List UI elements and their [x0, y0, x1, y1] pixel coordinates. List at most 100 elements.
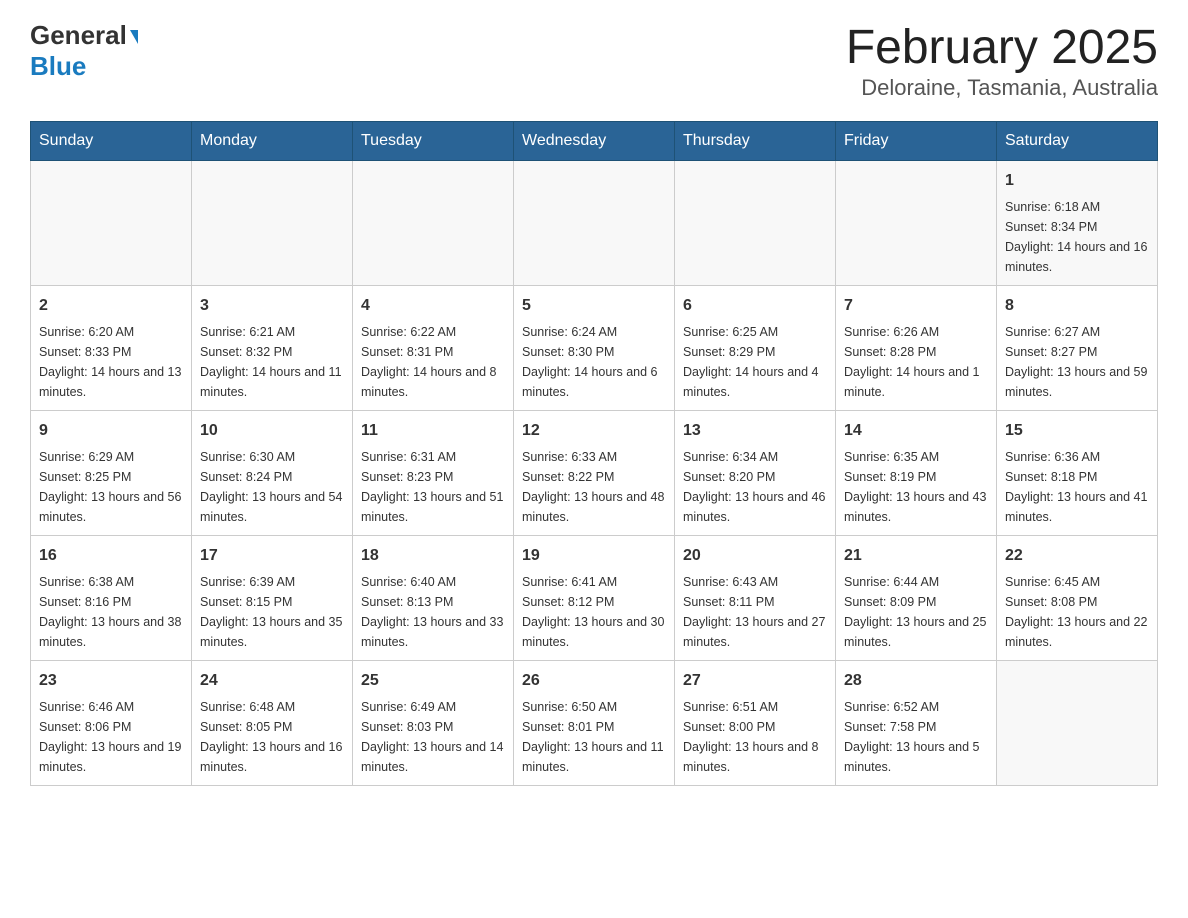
calendar-day: 22 Sunrise: 6:45 AMSunset: 8:08 PMDayligh…	[997, 536, 1158, 661]
logo-general-line: General	[30, 20, 138, 51]
calendar-day: 18 Sunrise: 6:40 AMSunset: 8:13 PMDayligh…	[353, 536, 514, 661]
day-info: Sunrise: 6:18 AMSunset: 8:34 PMDaylight:…	[1005, 197, 1149, 277]
calendar-week-3: 9 Sunrise: 6:29 AMSunset: 8:25 PMDaylight…	[31, 411, 1158, 536]
day-number: 1	[1005, 169, 1149, 193]
day-number: 11	[361, 419, 505, 443]
day-number: 15	[1005, 419, 1149, 443]
calendar-week-2: 2 Sunrise: 6:20 AMSunset: 8:33 PMDaylight…	[31, 286, 1158, 411]
day-number: 5	[522, 294, 666, 318]
day-number: 9	[39, 419, 183, 443]
logo-triangle-icon	[130, 30, 138, 44]
day-info: Sunrise: 6:38 AMSunset: 8:16 PMDaylight:…	[39, 572, 183, 652]
day-info: Sunrise: 6:29 AMSunset: 8:25 PMDaylight:…	[39, 447, 183, 527]
day-info: Sunrise: 6:41 AMSunset: 8:12 PMDaylight:…	[522, 572, 666, 652]
day-number: 21	[844, 544, 988, 568]
day-info: Sunrise: 6:36 AMSunset: 8:18 PMDaylight:…	[1005, 447, 1149, 527]
day-info: Sunrise: 6:44 AMSunset: 8:09 PMDaylight:…	[844, 572, 988, 652]
day-info: Sunrise: 6:46 AMSunset: 8:06 PMDaylight:…	[39, 697, 183, 777]
day-header-saturday: Saturday	[997, 122, 1158, 161]
day-number: 8	[1005, 294, 1149, 318]
day-info: Sunrise: 6:51 AMSunset: 8:00 PMDaylight:…	[683, 697, 827, 777]
calendar-day: 4Sunrise: 6:22 AMSunset: 8:31 PMDaylight…	[353, 286, 514, 411]
calendar-header-row: SundayMondayTuesdayWednesdayThursdayFrid…	[31, 122, 1158, 161]
calendar-week-5: 23Sunrise: 6:46 AMSunset: 8:06 PMDayligh…	[31, 661, 1158, 786]
day-number: 10	[200, 419, 344, 443]
logo-blue-text: Blue	[30, 51, 86, 81]
day-header-friday: Friday	[836, 122, 997, 161]
day-number: 20	[683, 544, 827, 568]
day-number: 27	[683, 669, 827, 693]
title-block: February 2025 Deloraine, Tasmania, Austr…	[846, 20, 1158, 101]
calendar-day: 12 Sunrise: 6:33 AMSunset: 8:22 PMDayligh…	[514, 411, 675, 536]
day-number: 16	[39, 544, 183, 568]
calendar-week-4: 16 Sunrise: 6:38 AMSunset: 8:16 PMDayligh…	[31, 536, 1158, 661]
logo: General Blue	[30, 20, 138, 82]
calendar-day: 8Sunrise: 6:27 AMSunset: 8:27 PMDaylight…	[997, 286, 1158, 411]
day-number: 24	[200, 669, 344, 693]
day-info: Sunrise: 6:31 AMSunset: 8:23 PMDaylight:…	[361, 447, 505, 527]
calendar-day: 19 Sunrise: 6:41 AMSunset: 8:12 PMDayligh…	[514, 536, 675, 661]
calendar-body: 1 Sunrise: 6:18 AMSunset: 8:34 PMDaylight…	[31, 161, 1158, 786]
calendar-day: 20 Sunrise: 6:43 AMSunset: 8:11 PMDayligh…	[675, 536, 836, 661]
calendar-day: 26 Sunrise: 6:50 AMSunset: 8:01 PMDayligh…	[514, 661, 675, 786]
calendar-day	[675, 161, 836, 286]
calendar-day: 9 Sunrise: 6:29 AMSunset: 8:25 PMDaylight…	[31, 411, 192, 536]
calendar-day	[514, 161, 675, 286]
calendar-day: 23Sunrise: 6:46 AMSunset: 8:06 PMDayligh…	[31, 661, 192, 786]
day-number: 19	[522, 544, 666, 568]
calendar-week-1: 1 Sunrise: 6:18 AMSunset: 8:34 PMDaylight…	[31, 161, 1158, 286]
day-info: Sunrise: 6:21 AMSunset: 8:32 PMDaylight:…	[200, 322, 344, 402]
day-info: Sunrise: 6:35 AMSunset: 8:19 PMDaylight:…	[844, 447, 988, 527]
day-number: 7	[844, 294, 988, 318]
day-info: Sunrise: 6:33 AMSunset: 8:22 PMDaylight:…	[522, 447, 666, 527]
calendar-day: 14 Sunrise: 6:35 AMSunset: 8:19 PMDayligh…	[836, 411, 997, 536]
day-info: Sunrise: 6:22 AMSunset: 8:31 PMDaylight:…	[361, 322, 505, 402]
calendar-day: 28 Sunrise: 6:52 AMSunset: 7:58 PMDayligh…	[836, 661, 997, 786]
calendar-day: 7 Sunrise: 6:26 AMSunset: 8:28 PMDaylight…	[836, 286, 997, 411]
day-info: Sunrise: 6:43 AMSunset: 8:11 PMDaylight:…	[683, 572, 827, 652]
day-info: Sunrise: 6:48 AMSunset: 8:05 PMDaylight:…	[200, 697, 344, 777]
day-info: Sunrise: 6:49 AMSunset: 8:03 PMDaylight:…	[361, 697, 505, 777]
calendar-day: 1 Sunrise: 6:18 AMSunset: 8:34 PMDaylight…	[997, 161, 1158, 286]
calendar-subtitle: Deloraine, Tasmania, Australia	[846, 75, 1158, 101]
day-number: 26	[522, 669, 666, 693]
day-number: 28	[844, 669, 988, 693]
day-info: Sunrise: 6:30 AMSunset: 8:24 PMDaylight:…	[200, 447, 344, 527]
day-info: Sunrise: 6:52 AMSunset: 7:58 PMDaylight:…	[844, 697, 988, 777]
calendar-day: 21 Sunrise: 6:44 AMSunset: 8:09 PMDayligh…	[836, 536, 997, 661]
day-info: Sunrise: 6:40 AMSunset: 8:13 PMDaylight:…	[361, 572, 505, 652]
day-header-wednesday: Wednesday	[514, 122, 675, 161]
day-info: Sunrise: 6:26 AMSunset: 8:28 PMDaylight:…	[844, 322, 988, 402]
calendar-day	[353, 161, 514, 286]
day-number: 22	[1005, 544, 1149, 568]
calendar-day: 3 Sunrise: 6:21 AMSunset: 8:32 PMDaylight…	[192, 286, 353, 411]
calendar-day: 24 Sunrise: 6:48 AMSunset: 8:05 PMDayligh…	[192, 661, 353, 786]
day-header-tuesday: Tuesday	[353, 122, 514, 161]
day-number: 13	[683, 419, 827, 443]
calendar-day: 17Sunrise: 6:39 AMSunset: 8:15 PMDayligh…	[192, 536, 353, 661]
day-info: Sunrise: 6:34 AMSunset: 8:20 PMDaylight:…	[683, 447, 827, 527]
calendar-day: 15 Sunrise: 6:36 AMSunset: 8:18 PMDayligh…	[997, 411, 1158, 536]
calendar-day: 11 Sunrise: 6:31 AMSunset: 8:23 PMDayligh…	[353, 411, 514, 536]
calendar-day: 2 Sunrise: 6:20 AMSunset: 8:33 PMDaylight…	[31, 286, 192, 411]
day-number: 3	[200, 294, 344, 318]
day-info: Sunrise: 6:39 AMSunset: 8:15 PMDaylight:…	[200, 572, 344, 652]
day-info: Sunrise: 6:50 AMSunset: 8:01 PMDaylight:…	[522, 697, 666, 777]
day-info: Sunrise: 6:24 AMSunset: 8:30 PMDaylight:…	[522, 322, 666, 402]
calendar-day: 27 Sunrise: 6:51 AMSunset: 8:00 PMDayligh…	[675, 661, 836, 786]
calendar-title: February 2025	[846, 20, 1158, 75]
day-info: Sunrise: 6:20 AMSunset: 8:33 PMDaylight:…	[39, 322, 183, 402]
calendar-day: 10 Sunrise: 6:30 AMSunset: 8:24 PMDayligh…	[192, 411, 353, 536]
day-number: 14	[844, 419, 988, 443]
day-number: 18	[361, 544, 505, 568]
day-info: Sunrise: 6:45 AMSunset: 8:08 PMDaylight:…	[1005, 572, 1149, 652]
day-number: 12	[522, 419, 666, 443]
day-number: 25	[361, 669, 505, 693]
day-header-thursday: Thursday	[675, 122, 836, 161]
calendar-day: 5 Sunrise: 6:24 AMSunset: 8:30 PMDaylight…	[514, 286, 675, 411]
day-number: 2	[39, 294, 183, 318]
calendar-day	[192, 161, 353, 286]
calendar-table: SundayMondayTuesdayWednesdayThursdayFrid…	[30, 121, 1158, 786]
calendar-day: 6Sunrise: 6:25 AMSunset: 8:29 PMDaylight…	[675, 286, 836, 411]
day-header-monday: Monday	[192, 122, 353, 161]
